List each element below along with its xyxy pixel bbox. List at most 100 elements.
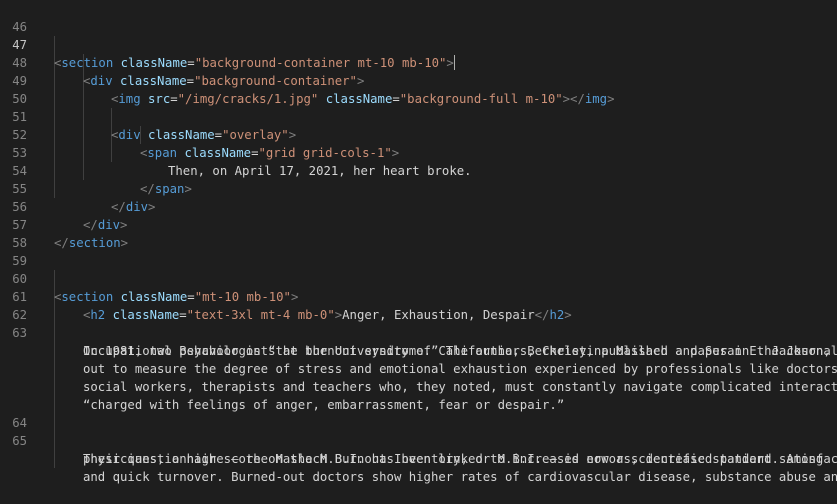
paragraph-text-wrap: “charged with feelings of anger, embarra… — [83, 398, 565, 412]
tag-name: section — [68, 236, 121, 250]
code-line[interactable]: 50 — [0, 72, 30, 106]
tag-bracket: > — [288, 128, 297, 142]
code-content: <img src="/img/cracks/1.jpg" className="… — [111, 90, 615, 108]
code-content: </div> — [83, 216, 127, 234]
code-content: <h2 className="text-3xl mt-4 mb-0">Anger… — [83, 306, 572, 324]
text-cursor — [453, 55, 455, 70]
attr-name: className — [120, 74, 187, 88]
attr-value: "/img/cracks/1.jpg" — [177, 92, 319, 106]
tag-bracket: </ — [111, 200, 126, 214]
attr-value: "grid grid-cols-1" — [258, 146, 392, 160]
code-line[interactable]: 60 <section className="mt-10 mb-10"> — [0, 252, 298, 304]
code-line[interactable]: 61 <h2 className="text-3xl mt-4 mb-0">An… — [0, 270, 572, 322]
code-content: <section className="background-container… — [54, 54, 455, 72]
attr-value: "background-container mt-10 mb-10" — [194, 56, 447, 70]
tag-bracket: > — [290, 290, 299, 304]
code-line[interactable]: 59 — [0, 234, 30, 268]
tag-name: div — [90, 74, 113, 88]
code-content: </span> — [140, 180, 192, 198]
tag-name: div — [97, 218, 121, 232]
tag-name: div — [118, 128, 141, 142]
code-content: <section className="mt-10 mb-10"> — [54, 288, 298, 306]
code-line[interactable]: 57 </section> — [0, 198, 128, 250]
code-line[interactable]: 51 <div className="overlay"> — [0, 90, 296, 142]
code-content: <div className="background-container"> — [83, 72, 364, 90]
tag-bracket: </ — [534, 308, 550, 322]
attr-value: "overlay" — [222, 128, 289, 142]
attr-name: className — [120, 290, 188, 304]
tag-name: h2 — [549, 308, 565, 322]
equals-sign: = — [179, 308, 187, 322]
code-line-wrap[interactable]: physicians, a high score on the M.B.I. h… — [0, 432, 837, 466]
attr-name: className — [184, 146, 252, 160]
tag-bracket: > — [607, 92, 615, 106]
tag-bracket: > — [564, 308, 572, 322]
code-content: </section> — [54, 234, 128, 252]
attr-name: className — [325, 92, 393, 106]
attr-name: className — [120, 56, 188, 70]
attr-value: "background-full m-10" — [399, 92, 563, 106]
attr-name: className — [112, 308, 180, 322]
heading-text: Anger, Exhaustion, Despair — [342, 308, 535, 322]
attr-value: "background-container" — [194, 74, 357, 88]
tag-bracket: > — [391, 146, 400, 160]
code-line-wrap[interactable]: “charged with feelings of anger, embarra… — [0, 378, 564, 412]
code-line[interactable]: 49 <img src="/img/cracks/1.jpg" classNam… — [0, 54, 614, 106]
equals-sign: = — [170, 92, 178, 106]
tag-name: span — [147, 146, 178, 160]
equals-sign: = — [392, 92, 400, 106]
tag-name: span — [154, 182, 185, 196]
code-content: </div> — [111, 198, 155, 216]
code-line[interactable]: 64 — [0, 396, 30, 430]
code-line[interactable]: 48 <div className="background-container"… — [0, 36, 364, 88]
code-line[interactable]: 56 </div> — [0, 180, 127, 232]
attr-name: src — [148, 92, 171, 106]
code-line[interactable]: 62 — [0, 288, 30, 322]
tag-name: img — [118, 92, 141, 106]
paragraph-text-wrap: out to measure the degree of stress and … — [83, 362, 837, 376]
code-line[interactable]: 52 <span className="grid grid-cols-1"> — [0, 108, 399, 160]
code-line-wrap[interactable]: and quick turnover. Burned-out doctors s… — [0, 450, 837, 484]
tag-name: img — [584, 92, 608, 106]
text-content: Then, on April 17, 2021, her heart broke… — [168, 164, 472, 178]
paragraph-text-wrap: Occupational Behavior on “the burnout sy… — [83, 344, 837, 358]
tag-name: section — [61, 56, 114, 70]
equals-sign: = — [214, 128, 223, 142]
tag-bracket: </ — [83, 218, 98, 232]
code-line[interactable]: 46 — [0, 0, 30, 34]
code-line-wrap[interactable]: Occupational Behavior on “the burnout sy… — [0, 324, 831, 358]
tag-bracket: > — [184, 182, 192, 196]
tag-bracket: </ — [140, 182, 155, 196]
code-line[interactable]: 55 </div> — [0, 162, 155, 214]
tag-name: h2 — [90, 308, 106, 322]
tag-bracket: > — [148, 200, 156, 214]
tag-name: section — [61, 290, 114, 304]
code-editor[interactable]: 46 47 <section className="background-con… — [0, 0, 837, 484]
paragraph-text-wrap: physicians, a high score on the M.B.I. h… — [83, 452, 837, 466]
code-line[interactable]: 53 Then, on April 17, 2021, her heart br… — [0, 126, 471, 178]
code-line-active[interactable]: 47 <section className="background-contai… — [0, 18, 455, 70]
tag-bracket: > — [446, 56, 454, 70]
code-content: <span className="grid grid-cols-1"> — [140, 144, 399, 162]
tag-bracket: > — [120, 236, 129, 250]
code-content: <div className="overlay"> — [111, 126, 296, 144]
attr-name: className — [148, 128, 215, 142]
equals-sign: = — [187, 290, 195, 304]
code-line-wrap[interactable]: out to measure the degree of stress and … — [0, 342, 837, 376]
tag-bracket: ></ — [562, 92, 585, 106]
code-line[interactable]: 65 Their questionnaire — the Maslach Bur… — [0, 414, 823, 466]
code-line[interactable]: 54 </span> — [0, 144, 192, 196]
tag-bracket: </ — [54, 236, 69, 250]
tag-name: div — [125, 200, 149, 214]
equals-sign: = — [187, 56, 195, 70]
code-line[interactable]: 63 In 1981, two psychologists at the Uni… — [0, 306, 837, 358]
attr-value: "mt-10 mb-10" — [194, 290, 291, 304]
equals-sign: = — [186, 74, 195, 88]
paragraph-text-wrap: and quick turnover. Burned-out doctors s… — [83, 470, 837, 484]
tag-bracket: > — [356, 74, 365, 88]
code-line[interactable]: 58 — [0, 216, 30, 250]
attr-value: "text-3xl mt-4 mb-0" — [186, 308, 335, 322]
paragraph-text-wrap: social workers, therapists and teachers … — [83, 380, 837, 394]
tag-bracket: > — [120, 218, 128, 232]
code-line-wrap[interactable]: social workers, therapists and teachers … — [0, 360, 837, 394]
